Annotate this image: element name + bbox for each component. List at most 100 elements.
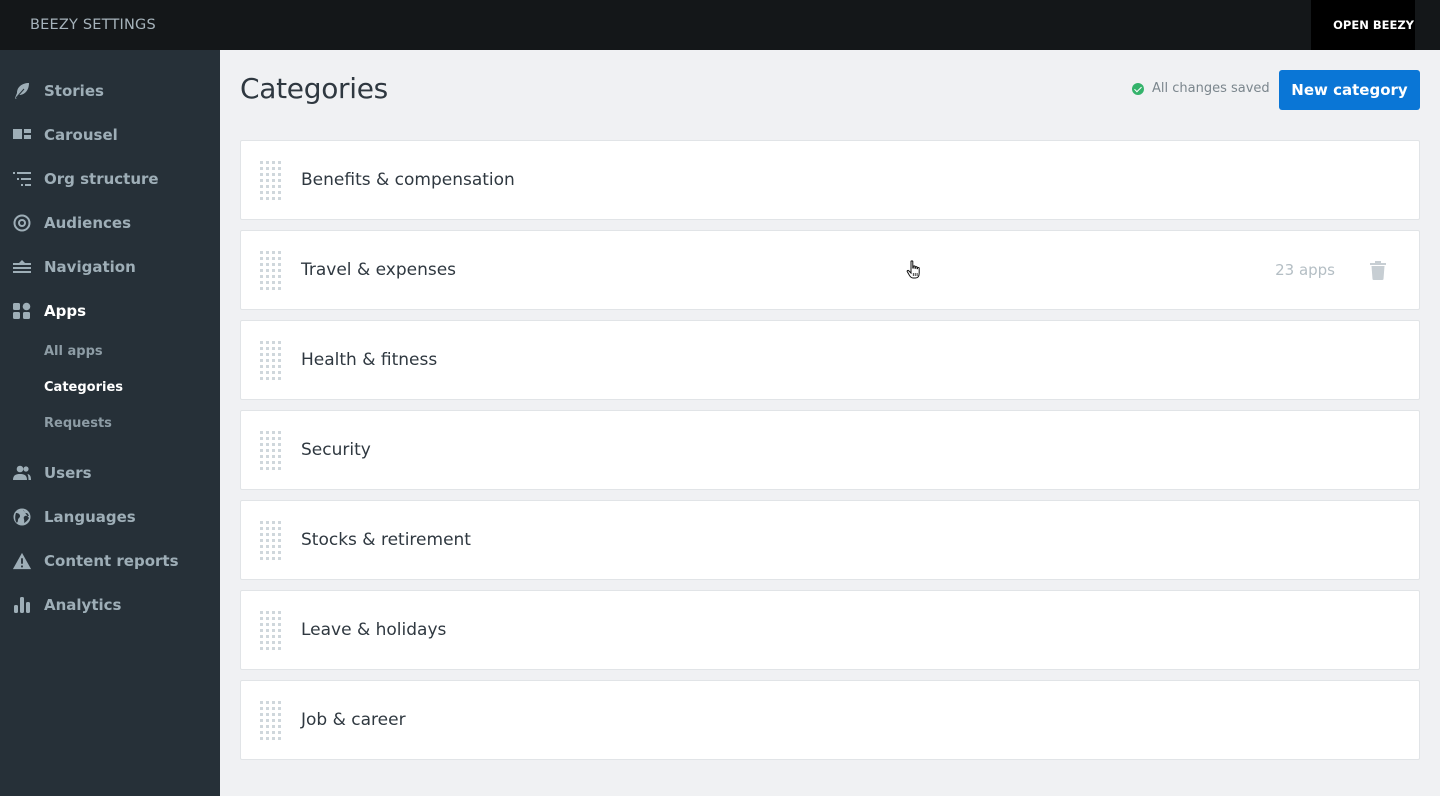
drag-dot <box>272 443 275 446</box>
sidebar-item-audiences[interactable]: Audiences <box>0 201 220 245</box>
drag-dot <box>266 725 269 728</box>
trash-icon[interactable] <box>1370 261 1386 280</box>
sidebar-item-analytics[interactable]: Analytics <box>0 583 220 627</box>
drag-dot <box>272 611 275 614</box>
drag-dot <box>272 521 275 524</box>
drag-dot <box>260 737 263 740</box>
sidebar-subitem-requests[interactable]: Requests <box>44 416 112 431</box>
drag-dot <box>260 269 263 272</box>
org-structure-icon <box>12 169 32 189</box>
drag-dot <box>266 341 269 344</box>
category-name: Travel & expenses <box>301 260 457 280</box>
drag-dot <box>272 197 275 200</box>
drag-dot <box>266 641 269 644</box>
drag-dot <box>266 455 269 458</box>
drag-dot <box>272 461 275 464</box>
drag-handle-icon[interactable] <box>260 160 282 200</box>
drag-dot <box>266 161 269 164</box>
drag-dot <box>278 359 281 362</box>
drag-dot <box>278 341 281 344</box>
drag-dot <box>266 185 269 188</box>
drag-dot <box>278 545 281 548</box>
open-beezy-label: OPEN BEEZY <box>1333 18 1414 32</box>
target-icon <box>12 213 32 233</box>
sidebar-item-users[interactable]: Users <box>0 451 220 495</box>
sidebar-item-org-structure[interactable]: Org structure <box>0 157 220 201</box>
category-row[interactable]: Travel & expenses 23 apps <box>240 230 1420 310</box>
drag-dot <box>260 197 263 200</box>
sidebar-item-languages[interactable]: Languages <box>0 495 220 539</box>
drag-dot <box>278 377 281 380</box>
drag-dot <box>278 167 281 170</box>
drag-dot <box>260 629 263 632</box>
drag-dot <box>266 437 269 440</box>
category-name: Job & career <box>301 710 406 730</box>
category-row[interactable]: Security <box>240 410 1420 490</box>
drag-dot <box>260 281 263 284</box>
sidebar-item-label: Users <box>44 464 92 482</box>
drag-dot <box>278 197 281 200</box>
drag-dot <box>272 257 275 260</box>
category-row[interactable]: Job & career <box>240 680 1420 760</box>
drag-handle-icon[interactable] <box>260 700 282 740</box>
drag-dot <box>266 539 269 542</box>
open-beezy-button[interactable]: OPEN BEEZY <box>1311 0 1415 50</box>
drag-dot <box>272 731 275 734</box>
drag-handle-icon[interactable] <box>260 610 282 650</box>
drag-dot <box>278 437 281 440</box>
drag-dot <box>278 461 281 464</box>
drag-dot <box>260 731 263 734</box>
sidebar-item-apps[interactable]: Apps <box>0 289 220 333</box>
drag-handle-icon[interactable] <box>260 340 282 380</box>
save-status: All changes saved <box>1132 81 1270 96</box>
drag-dot <box>260 449 263 452</box>
drag-dot <box>278 731 281 734</box>
drag-dot <box>272 359 275 362</box>
sidebar-item-label: Audiences <box>44 214 132 232</box>
drag-dot <box>278 533 281 536</box>
category-name: Benefits & compensation <box>301 170 515 190</box>
drag-dot <box>278 449 281 452</box>
category-row[interactable]: Health & fitness <box>240 320 1420 400</box>
sidebar-item-label: Navigation <box>44 258 136 276</box>
sidebar-item-stories[interactable]: Stories <box>0 69 220 113</box>
drag-dot <box>266 287 269 290</box>
category-row[interactable]: Benefits & compensation <box>240 140 1420 220</box>
drag-dot <box>260 707 263 710</box>
drag-dot <box>278 467 281 470</box>
drag-dot <box>278 701 281 704</box>
drag-dot <box>278 551 281 554</box>
drag-dot <box>272 173 275 176</box>
drag-dot <box>278 539 281 542</box>
drag-dot <box>278 431 281 434</box>
sidebar-subitem-categories[interactable]: Categories <box>44 380 123 395</box>
drag-handle-icon[interactable] <box>260 250 282 290</box>
drag-dot <box>278 287 281 290</box>
drag-handle-icon[interactable] <box>260 430 282 470</box>
sidebar-item-content-reports[interactable]: Content reports <box>0 539 220 583</box>
drag-dot <box>272 617 275 620</box>
drag-dot <box>260 287 263 290</box>
drag-dot <box>266 623 269 626</box>
drag-handle-icon[interactable] <box>260 520 282 560</box>
sidebar-item-label: Analytics <box>44 596 122 614</box>
new-category-button[interactable]: New category <box>1279 70 1420 110</box>
drag-dot <box>278 251 281 254</box>
drag-dot <box>278 629 281 632</box>
drag-dot <box>272 263 275 266</box>
sidebar-subitem-all-apps[interactable]: All apps <box>44 344 103 359</box>
drag-dot <box>260 431 263 434</box>
sidebar-item-carousel[interactable]: Carousel <box>0 113 220 157</box>
drag-dot <box>266 521 269 524</box>
drag-dot <box>272 341 275 344</box>
drag-dot <box>266 545 269 548</box>
drag-dot <box>278 275 281 278</box>
drag-dot <box>272 467 275 470</box>
drag-dot <box>266 443 269 446</box>
drag-dot <box>266 347 269 350</box>
drag-dot <box>266 533 269 536</box>
category-row[interactable]: Leave & holidays <box>240 590 1420 670</box>
category-row[interactable]: Stocks & retirement <box>240 500 1420 580</box>
drag-dot <box>260 551 263 554</box>
sidebar-item-navigation[interactable]: Navigation <box>0 245 220 289</box>
